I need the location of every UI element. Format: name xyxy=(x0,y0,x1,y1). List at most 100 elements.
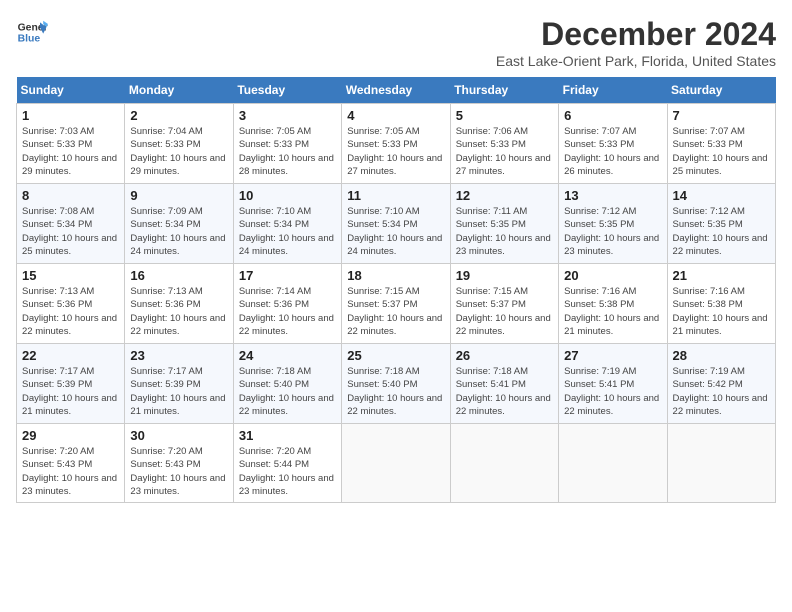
day-cell: 19 Sunrise: 7:15 AMSunset: 5:37 PMDaylig… xyxy=(450,264,558,344)
day-detail: Sunrise: 7:20 AMSunset: 5:43 PMDaylight:… xyxy=(22,446,117,497)
day-number: 12 xyxy=(456,188,553,203)
day-detail: Sunrise: 7:07 AMSunset: 5:33 PMDaylight:… xyxy=(564,126,659,177)
day-cell: 24 Sunrise: 7:18 AMSunset: 5:40 PMDaylig… xyxy=(233,344,341,424)
day-detail: Sunrise: 7:08 AMSunset: 5:34 PMDaylight:… xyxy=(22,206,117,257)
col-header-thursday: Thursday xyxy=(450,77,558,104)
day-cell: 17 Sunrise: 7:14 AMSunset: 5:36 PMDaylig… xyxy=(233,264,341,344)
day-cell: 18 Sunrise: 7:15 AMSunset: 5:37 PMDaylig… xyxy=(342,264,450,344)
day-detail: Sunrise: 7:19 AMSunset: 5:41 PMDaylight:… xyxy=(564,366,659,417)
day-cell: 11 Sunrise: 7:10 AMSunset: 5:34 PMDaylig… xyxy=(342,184,450,264)
day-number: 31 xyxy=(239,428,336,443)
day-detail: Sunrise: 7:12 AMSunset: 5:35 PMDaylight:… xyxy=(673,206,768,257)
day-detail: Sunrise: 7:18 AMSunset: 5:40 PMDaylight:… xyxy=(347,366,442,417)
col-header-friday: Friday xyxy=(559,77,667,104)
day-cell: 13 Sunrise: 7:12 AMSunset: 5:35 PMDaylig… xyxy=(559,184,667,264)
day-cell: 3 Sunrise: 7:05 AMSunset: 5:33 PMDayligh… xyxy=(233,104,341,184)
day-cell: 31 Sunrise: 7:20 AMSunset: 5:44 PMDaylig… xyxy=(233,424,341,503)
day-number: 15 xyxy=(22,268,119,283)
day-number: 28 xyxy=(673,348,770,363)
week-row-1: 1 Sunrise: 7:03 AMSunset: 5:33 PMDayligh… xyxy=(17,104,776,184)
col-header-tuesday: Tuesday xyxy=(233,77,341,104)
day-number: 22 xyxy=(22,348,119,363)
day-number: 19 xyxy=(456,268,553,283)
day-cell xyxy=(667,424,775,503)
day-cell: 22 Sunrise: 7:17 AMSunset: 5:39 PMDaylig… xyxy=(17,344,125,424)
day-cell xyxy=(450,424,558,503)
day-number: 8 xyxy=(22,188,119,203)
day-cell: 29 Sunrise: 7:20 AMSunset: 5:43 PMDaylig… xyxy=(17,424,125,503)
day-detail: Sunrise: 7:19 AMSunset: 5:42 PMDaylight:… xyxy=(673,366,768,417)
day-number: 27 xyxy=(564,348,661,363)
day-cell: 20 Sunrise: 7:16 AMSunset: 5:38 PMDaylig… xyxy=(559,264,667,344)
day-detail: Sunrise: 7:14 AMSunset: 5:36 PMDaylight:… xyxy=(239,286,334,337)
day-cell: 12 Sunrise: 7:11 AMSunset: 5:35 PMDaylig… xyxy=(450,184,558,264)
day-cell: 27 Sunrise: 7:19 AMSunset: 5:41 PMDaylig… xyxy=(559,344,667,424)
day-number: 18 xyxy=(347,268,444,283)
day-detail: Sunrise: 7:20 AMSunset: 5:44 PMDaylight:… xyxy=(239,446,334,497)
day-cell: 21 Sunrise: 7:16 AMSunset: 5:38 PMDaylig… xyxy=(667,264,775,344)
day-cell: 4 Sunrise: 7:05 AMSunset: 5:33 PMDayligh… xyxy=(342,104,450,184)
day-cell: 10 Sunrise: 7:10 AMSunset: 5:34 PMDaylig… xyxy=(233,184,341,264)
day-cell: 14 Sunrise: 7:12 AMSunset: 5:35 PMDaylig… xyxy=(667,184,775,264)
header: General Blue December 2024 East Lake-Ori… xyxy=(16,16,776,69)
day-number: 14 xyxy=(673,188,770,203)
day-cell xyxy=(342,424,450,503)
day-cell: 26 Sunrise: 7:18 AMSunset: 5:41 PMDaylig… xyxy=(450,344,558,424)
col-header-saturday: Saturday xyxy=(667,77,775,104)
day-detail: Sunrise: 7:16 AMSunset: 5:38 PMDaylight:… xyxy=(673,286,768,337)
day-cell: 28 Sunrise: 7:19 AMSunset: 5:42 PMDaylig… xyxy=(667,344,775,424)
day-detail: Sunrise: 7:15 AMSunset: 5:37 PMDaylight:… xyxy=(456,286,551,337)
day-detail: Sunrise: 7:10 AMSunset: 5:34 PMDaylight:… xyxy=(347,206,442,257)
day-number: 20 xyxy=(564,268,661,283)
day-number: 1 xyxy=(22,108,119,123)
day-detail: Sunrise: 7:05 AMSunset: 5:33 PMDaylight:… xyxy=(239,126,334,177)
day-detail: Sunrise: 7:09 AMSunset: 5:34 PMDaylight:… xyxy=(130,206,225,257)
day-cell xyxy=(559,424,667,503)
week-row-3: 15 Sunrise: 7:13 AMSunset: 5:36 PMDaylig… xyxy=(17,264,776,344)
day-cell: 23 Sunrise: 7:17 AMSunset: 5:39 PMDaylig… xyxy=(125,344,233,424)
day-number: 2 xyxy=(130,108,227,123)
week-row-4: 22 Sunrise: 7:17 AMSunset: 5:39 PMDaylig… xyxy=(17,344,776,424)
day-cell: 7 Sunrise: 7:07 AMSunset: 5:33 PMDayligh… xyxy=(667,104,775,184)
day-detail: Sunrise: 7:07 AMSunset: 5:33 PMDaylight:… xyxy=(673,126,768,177)
logo-icon: General Blue xyxy=(16,16,48,48)
day-number: 24 xyxy=(239,348,336,363)
day-cell: 8 Sunrise: 7:08 AMSunset: 5:34 PMDayligh… xyxy=(17,184,125,264)
day-number: 10 xyxy=(239,188,336,203)
day-number: 9 xyxy=(130,188,227,203)
day-detail: Sunrise: 7:04 AMSunset: 5:33 PMDaylight:… xyxy=(130,126,225,177)
day-number: 30 xyxy=(130,428,227,443)
day-detail: Sunrise: 7:11 AMSunset: 5:35 PMDaylight:… xyxy=(456,206,551,257)
day-detail: Sunrise: 7:13 AMSunset: 5:36 PMDaylight:… xyxy=(130,286,225,337)
day-number: 13 xyxy=(564,188,661,203)
col-header-sunday: Sunday xyxy=(17,77,125,104)
title-section: December 2024 East Lake-Orient Park, Flo… xyxy=(496,16,776,69)
day-cell: 2 Sunrise: 7:04 AMSunset: 5:33 PMDayligh… xyxy=(125,104,233,184)
day-cell: 16 Sunrise: 7:13 AMSunset: 5:36 PMDaylig… xyxy=(125,264,233,344)
page-container: General Blue December 2024 East Lake-Ori… xyxy=(16,16,776,503)
day-number: 29 xyxy=(22,428,119,443)
day-number: 26 xyxy=(456,348,553,363)
day-detail: Sunrise: 7:17 AMSunset: 5:39 PMDaylight:… xyxy=(130,366,225,417)
day-number: 17 xyxy=(239,268,336,283)
calendar-table: SundayMondayTuesdayWednesdayThursdayFrid… xyxy=(16,77,776,503)
day-cell: 9 Sunrise: 7:09 AMSunset: 5:34 PMDayligh… xyxy=(125,184,233,264)
day-detail: Sunrise: 7:05 AMSunset: 5:33 PMDaylight:… xyxy=(347,126,442,177)
day-cell: 1 Sunrise: 7:03 AMSunset: 5:33 PMDayligh… xyxy=(17,104,125,184)
day-cell: 30 Sunrise: 7:20 AMSunset: 5:43 PMDaylig… xyxy=(125,424,233,503)
day-number: 23 xyxy=(130,348,227,363)
day-number: 6 xyxy=(564,108,661,123)
day-cell: 15 Sunrise: 7:13 AMSunset: 5:36 PMDaylig… xyxy=(17,264,125,344)
day-number: 11 xyxy=(347,188,444,203)
week-row-5: 29 Sunrise: 7:20 AMSunset: 5:43 PMDaylig… xyxy=(17,424,776,503)
col-header-monday: Monday xyxy=(125,77,233,104)
day-detail: Sunrise: 7:03 AMSunset: 5:33 PMDaylight:… xyxy=(22,126,117,177)
day-number: 3 xyxy=(239,108,336,123)
day-detail: Sunrise: 7:13 AMSunset: 5:36 PMDaylight:… xyxy=(22,286,117,337)
day-detail: Sunrise: 7:12 AMSunset: 5:35 PMDaylight:… xyxy=(564,206,659,257)
day-number: 7 xyxy=(673,108,770,123)
subtitle: East Lake-Orient Park, Florida, United S… xyxy=(496,53,776,69)
day-cell: 5 Sunrise: 7:06 AMSunset: 5:33 PMDayligh… xyxy=(450,104,558,184)
header-row: SundayMondayTuesdayWednesdayThursdayFrid… xyxy=(17,77,776,104)
day-detail: Sunrise: 7:10 AMSunset: 5:34 PMDaylight:… xyxy=(239,206,334,257)
